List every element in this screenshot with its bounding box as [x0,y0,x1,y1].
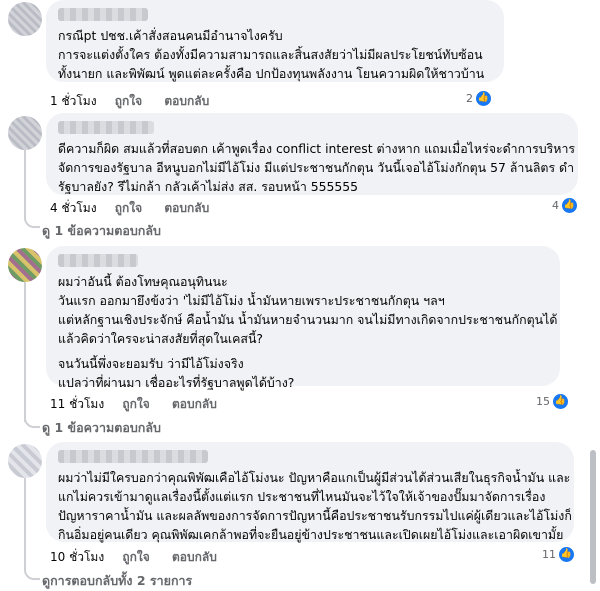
view-replies-label: ดู 1 ข้อความตอบกลับ [42,223,161,238]
thread-curve [24,414,40,428]
comment-text: แกไม่ควรเข้ามาดูแลเรื่องนี้ตั้งแต่แรก ปร… [58,489,546,504]
comment-actions: 4 ชั่วโมง ถูกใจ ตอบกลับ [50,199,227,218]
comment-bubble: ผมว่าไม่มีใครบอกว่าคุณพิพัฒเคือไอ้โม่งนะ… [46,442,574,542]
reaction-count[interactable]: 15 👍 [536,392,568,410]
view-replies-link[interactable]: ดู 1 ข้อความตอบกลับ [42,221,161,241]
reply-button[interactable]: ตอบกลับ [172,550,217,564]
avatar[interactable] [8,116,42,150]
view-replies-label: ดู 1 ข้อความตอบกลับ [42,420,161,435]
comment-actions: 1 ชั่วโมง ถูกใจ ตอบกลับ [50,92,227,111]
timestamp[interactable]: 10 ชั่วโมง [50,550,104,564]
thread-line [24,478,26,570]
like-button[interactable]: ถูกใจ [122,397,149,411]
comment-text: ผมว่าอันนี้ ต้องโทษคุณอนุทินนะ [58,274,228,289]
view-replies-link[interactable]: ดูการตอบกลับทั้ง 2 รายการ [42,571,192,591]
thread-line [24,282,26,422]
comment-text: จนวันนี้พึ่งจะยอมรับ ว่ามีไอ้โม่งจริง [58,356,244,371]
timestamp[interactable]: 1 ชั่วโมง [50,94,97,108]
thumbs-up-icon: 👍 [553,393,568,409]
thread-line [24,150,26,220]
reply-button[interactable]: ตอบกลับ [164,94,209,108]
comment-text: กรณีpt ปชช.เค้าสั่งสอนคนมีอำนาจไงครับ [58,28,283,43]
comment-text: แปลว่าที่ผ่านมา เชื่ออะไรที่รัฐบาลพูดได้… [58,375,295,390]
reaction-count[interactable]: 4 👍 [552,196,577,214]
reaction-number: 11 [542,547,556,561]
comment-text: วันแรก ออกมายึงข้งว่า 'ไม่มีไอ้โม่ง น้ำม… [58,293,445,308]
view-replies-label: ดูการตอบกลับทั้ง 2 รายการ [42,573,193,588]
reaction-number: 15 [536,394,550,408]
view-replies-link[interactable]: ดู 1 ข้อความตอบกลับ [42,418,161,438]
commenter-name[interactable] [58,450,208,463]
comment-text: กินอิ่มอยู่คนเดียว คุณพิพัฒเคกล้าพอที่จะ… [58,527,564,542]
reaction-number: 4 [552,198,559,212]
commenter-name[interactable] [58,121,154,134]
reply-button[interactable]: ตอบกลับ [172,397,217,411]
thumbs-up-icon: 👍 [562,197,577,213]
comment-text: แล้วคิดว่าใครจะน่าสงสัยที่สุดในเคสนี้? [58,331,263,346]
comment-text: ผมว่าไม่มีใครบอกว่าคุณพิพัฒเคือไอ้โม่งนะ… [58,470,571,485]
comment-text: รัฐบาลยัง? รึไม่กล้า กลัวเค้าไม่ส่ง สส. … [58,179,359,194]
reply-button[interactable]: ตอบกลับ [164,201,209,215]
comment-text: การจะแต่งตั้งใคร ต้องทั้งมีความสามารถและ… [58,47,483,62]
avatar[interactable] [8,444,42,478]
timestamp[interactable]: 11 ชั่วโมง [50,397,104,411]
comment-text: แต่หลักฐานเชิงประจักษ์ คือน้ำมัน น้ำมันห… [58,312,558,327]
comment-bubble: ดีความก็ผิด สมแล้วที่สอบตก เค้าพูดเรื่อง… [46,113,578,195]
commenter-name[interactable] [58,8,148,21]
thumbs-up-icon: 👍 [476,90,491,106]
thread-curve [24,214,40,228]
reaction-number: 2 [466,91,473,105]
commenter-name[interactable] [58,254,138,267]
comment-actions: 11 ชั่วโมง ถูกใจ ตอบกลับ [50,395,235,414]
comment-bubble: กรณีpt ปชช.เค้าสั่งสอนคนมีอำนาจไงครับ กา… [46,0,504,82]
reaction-count[interactable]: 2 👍 [466,89,491,107]
comment-bubble: ผมว่าอันนี้ ต้องโทษคุณอนุทินนะ วันแรก ออ… [46,246,560,390]
comment-text: ปัญหาราคาน้ำมัน และผลลัพของการจัดการปัญห… [58,508,572,523]
like-button[interactable]: ถูกใจ [122,550,149,564]
like-button[interactable]: ถูกใจ [115,201,142,215]
avatar[interactable] [8,2,42,36]
comment-text: จัดการของรัฐบาล อีหนูบอกไม่มีไอ้โม่ง มีแ… [58,160,575,175]
comment-text: ดีความก็ผิด สมแล้วที่สอบตก เค้าพูดเรื่อง… [58,141,576,156]
scrollbar[interactable] [590,450,596,584]
timestamp[interactable]: 4 ชั่วโมง [50,201,97,215]
thumbs-up-icon: 👍 [559,546,574,562]
thread-curve [24,566,40,580]
like-button[interactable]: ถูกใจ [115,94,142,108]
avatar[interactable] [8,248,42,282]
reaction-count[interactable]: 11 👍 [542,545,574,563]
comment-text: ทั้งนายก และพิพัฒน์ พูดแต่ละครั้งคือ ปกป… [58,66,485,81]
comment-actions: 10 ชั่วโมง ถูกใจ ตอบกลับ [50,548,235,567]
